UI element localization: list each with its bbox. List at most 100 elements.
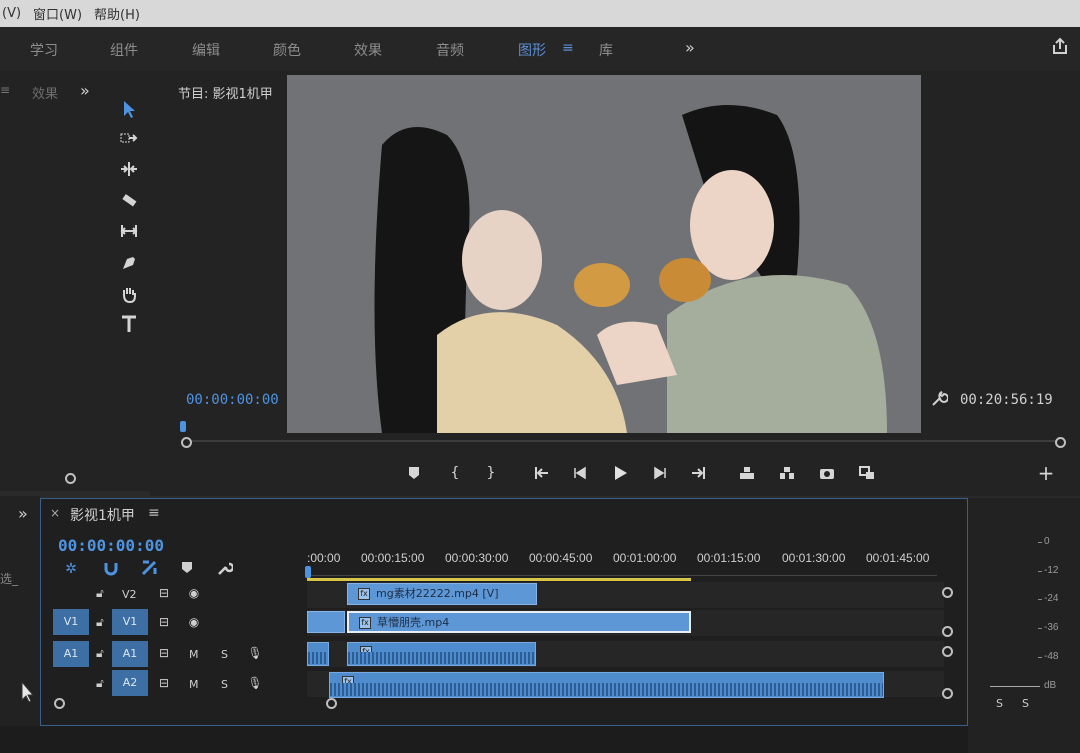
- sync-lock-icon[interactable]: ⊟: [156, 676, 172, 692]
- extract-icon[interactable]: [776, 462, 798, 484]
- selection-tool-icon[interactable]: [118, 99, 140, 121]
- razor-tool-icon[interactable]: [118, 190, 140, 212]
- lock-track-icon[interactable]: 🔓︎: [96, 646, 108, 660]
- lock-track-icon[interactable]: 🔓︎: [96, 586, 108, 600]
- play-icon[interactable]: [609, 462, 631, 484]
- timeline-zoom-handle[interactable]: [326, 698, 337, 709]
- track-scroll-handle[interactable]: [942, 587, 953, 598]
- meter-tick: [1038, 599, 1042, 600]
- timeline-playhead[interactable]: [305, 566, 311, 578]
- ripple-edit-tool-icon[interactable]: [118, 159, 140, 181]
- lift-icon[interactable]: [736, 462, 758, 484]
- toggle-output-eye-icon[interactable]: ◉: [186, 615, 202, 631]
- panel-menu-icon[interactable]: ≡: [0, 83, 10, 97]
- meter-solo-right[interactable]: S: [1022, 697, 1029, 710]
- mute-button[interactable]: M: [189, 678, 199, 691]
- go-to-out-icon[interactable]: [687, 462, 709, 484]
- mute-button[interactable]: M: [189, 648, 199, 661]
- hand-tool-icon[interactable]: [118, 284, 140, 306]
- audio-clip-a1[interactable]: fx: [347, 642, 536, 666]
- snap-icon[interactable]: [102, 560, 120, 578]
- toggle-output-eye-icon[interactable]: ◉: [186, 586, 202, 602]
- header-scroll-handle[interactable]: [54, 698, 65, 709]
- source-patch-a1[interactable]: A1: [53, 641, 89, 667]
- workspace-graphics[interactable]: 图形: [518, 40, 546, 60]
- sequence-menu-icon[interactable]: ≡: [148, 505, 160, 521]
- track-a1-target[interactable]: A1: [112, 641, 148, 667]
- solo-button[interactable]: S: [221, 648, 228, 661]
- monitor-scrub-bar[interactable]: [186, 440, 1062, 442]
- workspace-color[interactable]: 颜色: [273, 40, 301, 60]
- workspace-libraries[interactable]: 库: [599, 40, 613, 60]
- audio-clip-a2[interactable]: fx: [329, 672, 884, 698]
- panel-scroll-handle[interactable]: [65, 473, 76, 484]
- workspace-assembly[interactable]: 组件: [110, 40, 138, 60]
- track-select-tool-icon[interactable]: [118, 128, 140, 150]
- monitor-settings-icon[interactable]: [930, 390, 948, 408]
- meter-tick: [1038, 657, 1042, 658]
- voiceover-mic-icon[interactable]: 🎙︎: [247, 646, 263, 662]
- effects-tab[interactable]: 效果: [32, 83, 58, 102]
- workspace-more-icon[interactable]: »: [685, 38, 695, 57]
- sync-lock-icon[interactable]: ⊟: [156, 646, 172, 662]
- track-a2-target[interactable]: A2: [112, 670, 148, 696]
- mark-out-icon[interactable]: }: [480, 462, 502, 484]
- menu-window[interactable]: 窗口(W): [33, 4, 82, 23]
- track-scroll-handle[interactable]: [942, 626, 953, 637]
- share-icon[interactable]: [1050, 36, 1070, 56]
- menu-bar: (V) 窗口(W) 帮助(H): [0, 0, 1080, 27]
- solo-button[interactable]: S: [221, 678, 228, 691]
- sync-lock-icon[interactable]: ⊟: [156, 586, 172, 602]
- ruler-label: 00:01:15:00: [697, 551, 761, 565]
- video-clip-v1[interactable]: fx 草懵朋壳.mp4: [347, 611, 691, 633]
- pen-tool-icon[interactable]: [118, 253, 140, 275]
- add-marker-timeline-icon[interactable]: [178, 560, 196, 578]
- add-marker-icon[interactable]: [403, 462, 425, 484]
- program-monitor-title: 节目: 影视1机甲: [178, 87, 273, 102]
- timeline-settings-icon[interactable]: [216, 560, 235, 578]
- monitor-zoom-start-handle[interactable]: [181, 437, 192, 448]
- workspace-editing[interactable]: 编辑: [192, 40, 220, 60]
- ruler-label: 00:01:00:00: [613, 551, 677, 565]
- source-patch-v1[interactable]: V1: [53, 609, 89, 635]
- comparison-view-icon[interactable]: [856, 462, 878, 484]
- voiceover-mic-icon[interactable]: 🎙︎: [247, 676, 263, 692]
- workspace-menu-icon[interactable]: ≡: [562, 40, 574, 56]
- export-frame-icon[interactable]: [816, 462, 838, 484]
- meter-scale-label: dB: [1044, 680, 1057, 691]
- monitor-playhead[interactable]: [180, 421, 186, 432]
- audio-clip-a1-head[interactable]: [307, 642, 329, 666]
- workspace-audio[interactable]: 音频: [436, 40, 464, 60]
- meter-solo-left[interactable]: S: [996, 697, 1003, 710]
- mark-in-icon[interactable]: {: [444, 462, 466, 484]
- nest-sequence-icon[interactable]: ✲: [62, 560, 80, 578]
- track-scroll-handle[interactable]: [942, 688, 953, 699]
- button-editor-icon[interactable]: +: [1035, 462, 1057, 484]
- track-scroll-handle[interactable]: [942, 646, 953, 657]
- timeline-timecode[interactable]: 00:00:00:00: [58, 536, 164, 555]
- panel-more-icon[interactable]: »: [80, 81, 90, 100]
- sequence-tab-title[interactable]: 影视1机甲: [70, 505, 135, 525]
- project-more-icon[interactable]: »: [18, 504, 28, 523]
- step-back-icon[interactable]: [569, 462, 591, 484]
- monitor-zoom-end-handle[interactable]: [1055, 437, 1066, 448]
- ruler-label: 00:00:30:00: [445, 551, 509, 565]
- type-tool-icon[interactable]: [118, 314, 140, 336]
- monitor-current-timecode[interactable]: 00:00:00:00: [186, 392, 279, 408]
- step-forward-icon[interactable]: [649, 462, 671, 484]
- workspace-effects[interactable]: 效果: [354, 40, 382, 60]
- lock-track-icon[interactable]: 🔓︎: [96, 676, 108, 690]
- slip-tool-icon[interactable]: [118, 221, 140, 243]
- menu-help[interactable]: 帮助(H): [94, 4, 140, 23]
- video-clip-v2[interactable]: fx mg素材22222.mp4 [V]: [347, 583, 537, 605]
- lock-track-icon[interactable]: 🔓︎: [96, 615, 108, 629]
- linked-selection-icon[interactable]: [140, 560, 158, 578]
- close-sequence-icon[interactable]: ×: [50, 506, 60, 520]
- sync-lock-icon[interactable]: ⊟: [156, 615, 172, 631]
- timeline-ruler[interactable]: [307, 566, 937, 576]
- video-clip-v1-head[interactable]: [307, 611, 345, 633]
- workspace-learning[interactable]: 学习: [30, 40, 58, 60]
- menu-view[interactable]: (V): [2, 6, 21, 21]
- go-to-in-icon[interactable]: [531, 462, 553, 484]
- track-v1-target[interactable]: V1: [112, 609, 148, 635]
